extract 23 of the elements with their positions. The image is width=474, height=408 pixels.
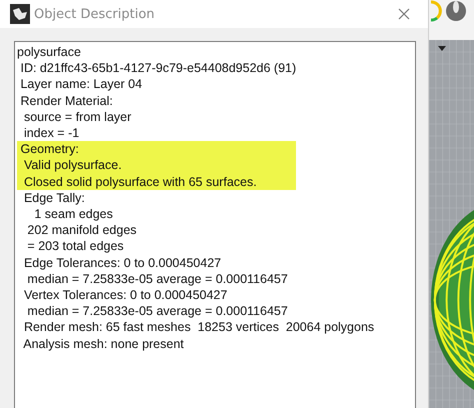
description-line: index = -1	[22, 125, 80, 142]
window-title: Object Description	[34, 6, 156, 22]
color-wheel-icon[interactable]	[429, 0, 443, 22]
app-icon	[10, 4, 30, 24]
description-line: 202 manifold edges	[26, 222, 137, 238]
description-line: Edge Tolerances: 0 to 0.000450427	[22, 254, 222, 271]
description-line: polysurface	[17, 44, 81, 60]
description-line: Render mesh: 65 fast meshes 18253 vertices 20064 polygons	[22, 319, 374, 336]
sphere-icon[interactable]	[445, 0, 467, 22]
description-line: source = from layer	[22, 108, 132, 126]
description-line: median = 7.25833e-05 average = 0.000116457	[26, 270, 288, 288]
description-line: Edge Tally:	[22, 190, 85, 206]
description-line: Layer name: Layer 04	[19, 76, 142, 93]
description-line: Vertex Tolerances: 0 to 0.000450427	[22, 287, 228, 304]
description-text-area[interactable]	[14, 41, 416, 408]
description-line: median = 7.25833e-05 average = 0.000116457	[26, 303, 288, 320]
description-line: = 203 total edges	[26, 238, 124, 255]
description-line: 1 seam edges	[33, 206, 113, 222]
description-line: Analysis mesh: none present	[22, 336, 184, 352]
description-line: Render Material:	[19, 92, 113, 109]
description-line: ID: d21ffc43-65b1-4127-9c79-e54408d952d6 (91)	[19, 60, 296, 76]
dropdown-arrow-icon[interactable]	[438, 46, 446, 52]
close-icon[interactable]	[398, 8, 410, 20]
